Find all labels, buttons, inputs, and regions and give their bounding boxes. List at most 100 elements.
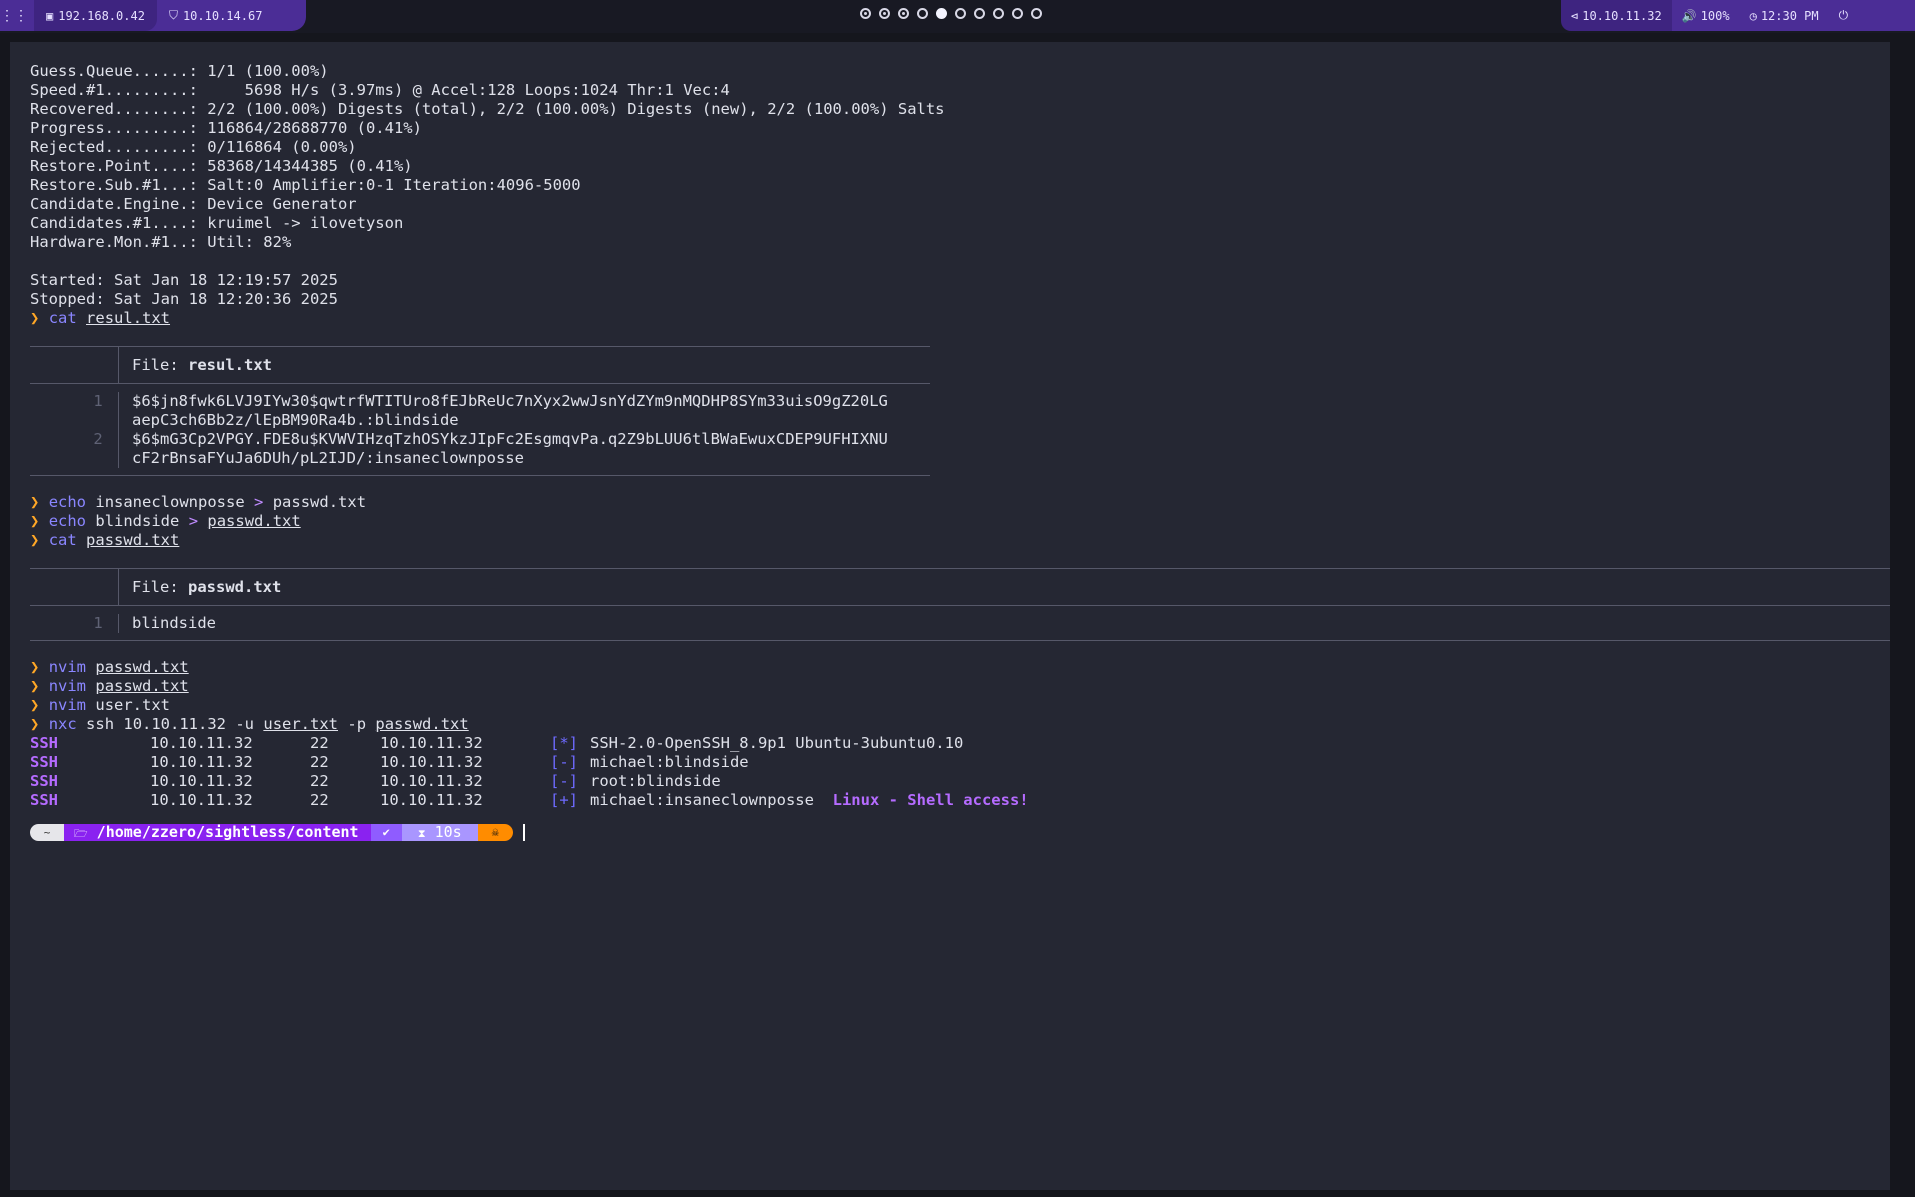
file-name: resul.txt xyxy=(188,356,273,374)
command-line: ❯ nvim passwd.txt xyxy=(30,658,1870,677)
command: nxc xyxy=(48,715,77,733)
skull-icon: ☠ xyxy=(477,824,513,841)
command: nvim xyxy=(48,677,87,695)
nxc-proto: SSH xyxy=(30,772,58,790)
file-name: passwd.txt xyxy=(188,578,282,596)
workspace-4[interactable] xyxy=(917,8,928,19)
nxc-host: 10.10.11.32 xyxy=(150,753,253,771)
started-line: Started: Sat Jan 18 12:19:57 2025 xyxy=(30,271,338,289)
echo-text: blindside xyxy=(95,512,180,530)
command: cat xyxy=(48,531,77,549)
file-arg: passwd.txt xyxy=(272,493,367,511)
nxc-name: 10.10.11.32 xyxy=(380,753,483,771)
stat-line: Guess.Queue......: 1/1 (100.00%) xyxy=(30,62,329,80)
stat-line: Recovered........: 2/2 (100.00%) Digests… xyxy=(30,100,945,118)
command-line: ❯ echo insaneclownposse > passwd.txt xyxy=(30,493,1870,512)
stat-line: Restore.Sub.#1...: Salt:0 Amplifier:0-1 … xyxy=(30,176,581,194)
local-ip-text: 192.168.0.42 xyxy=(58,8,145,23)
command-line: ❯ nvim passwd.txt xyxy=(30,677,1870,696)
nxc-row: SSH 10.10.11.32 22 10.10.11.32 [+] michael:in… xyxy=(30,791,1870,810)
workspace-9[interactable] xyxy=(1012,8,1023,19)
workspace-7[interactable] xyxy=(974,8,985,19)
hourglass-icon: ⧗ xyxy=(417,827,426,840)
nxc-msg: SSH-2.0-OpenSSH_8.9p1 Ubuntu-3ubuntu0.10 xyxy=(590,734,964,752)
file-arg: passwd.txt xyxy=(86,531,180,549)
home-icon: ~ xyxy=(30,824,64,841)
file-label: File: xyxy=(132,578,179,596)
command-line: ❯ echo blindside > passwd.txt xyxy=(30,512,1870,531)
target-ip-module[interactable]: ⊲ 10.10.11.32 xyxy=(1561,0,1672,31)
nxc-row: SSH 10.10.11.32 22 10.10.11.32 [-] michael:bl… xyxy=(30,753,1870,772)
nxc-port: 22 xyxy=(310,791,329,809)
stat-line: Candidate.Engine.: Device Generator xyxy=(30,195,357,213)
path-prefix: /home/zzero/sightless/ xyxy=(96,823,296,841)
file-arg: passwd.txt xyxy=(95,658,189,676)
nxc-tag: [*] xyxy=(550,734,578,752)
clock-text: 12:30 PM xyxy=(1760,8,1819,23)
duration-text: 10s xyxy=(434,823,462,841)
nxc-pwned-text: Linux - Shell access! xyxy=(832,791,1029,809)
target-icon: ⊲ xyxy=(1571,8,1579,23)
file-line: $6$mG3Cp2VPGY.FDE8u$KVWVIHzqTzhOSYkzJIpF… xyxy=(132,430,888,448)
command: nvim xyxy=(48,696,87,714)
workspace-5[interactable] xyxy=(936,8,947,19)
text-cursor[interactable] xyxy=(522,824,525,841)
terminal-window[interactable]: Guess.Queue......: 1/1 (100.00%) Speed.#… xyxy=(10,42,1890,1190)
nxc-host: 10.10.11.32 xyxy=(150,791,253,809)
nxc-proto: SSH xyxy=(30,753,58,771)
top-bar-right-module: ⊲ 10.10.11.32 🔊 100% ◷ 12:30 PM ⏻ xyxy=(1561,0,1915,31)
workspace-indicator xyxy=(860,8,1042,19)
file-arg: passwd.txt xyxy=(95,677,189,695)
prompt-arrow: ❯ xyxy=(30,677,40,695)
file-view-passwd: File: passwd.txt 1 blindside xyxy=(30,568,1890,641)
path-last: content xyxy=(295,823,359,841)
nxc-proto: SSH xyxy=(30,734,58,752)
workspace-1[interactable] xyxy=(860,8,871,19)
command: echo xyxy=(48,493,87,511)
file-view-resul: File: resul.txt 1 $6$jn8fwk6LVJ9IYw30$qwt… xyxy=(30,346,930,476)
nxc-tag: [-] xyxy=(550,753,578,771)
nxc-tag: [-] xyxy=(550,772,578,790)
local-ip-module[interactable]: ▣ 192.168.0.42 xyxy=(34,0,157,31)
top-bar-left-module: ⋮⋮⋮ ▣ 192.168.0.42 ⛉ 10.10.14.67 xyxy=(0,0,306,31)
nxc-name: 10.10.11.32 xyxy=(380,734,483,752)
prompt-arrow: ❯ xyxy=(30,493,40,511)
top-bar: ⋮⋮⋮ ▣ 192.168.0.42 ⛉ 10.10.14.67 ⊲ 10.10… xyxy=(0,0,1915,33)
volume-module[interactable]: 🔊 100% xyxy=(1672,0,1740,31)
prompt-arrow: ❯ xyxy=(30,309,40,327)
command-line: ❯ cat passwd.txt xyxy=(30,531,1870,550)
workspace-2[interactable] xyxy=(879,8,890,19)
grid-icon[interactable]: ⋮⋮⋮ xyxy=(0,8,42,24)
target-ip-text: 10.10.11.32 xyxy=(1582,8,1662,23)
file-line: $6$jn8fwk6LVJ9IYw30$qwtrfWTITUro8fEJbReU… xyxy=(132,392,888,410)
workspace-8[interactable] xyxy=(993,8,1004,19)
prompt-arrow: ❯ xyxy=(30,658,40,676)
file-label: File: xyxy=(132,356,179,374)
vpn-ip-module[interactable]: ⛉ 10.10.14.67 xyxy=(157,0,275,31)
check-icon: ✔ xyxy=(370,824,402,841)
command-args: -p xyxy=(347,715,367,733)
nxc-name: 10.10.11.32 xyxy=(380,772,483,790)
nxc-row: SSH 10.10.11.32 22 10.10.11.32 [*] SSH-2.0-Op… xyxy=(30,734,1870,753)
clock-module[interactable]: ◷ 12:30 PM xyxy=(1740,0,1829,31)
shield-icon: ⛉ xyxy=(168,8,178,22)
nxc-tag: [+] xyxy=(550,791,578,809)
nxc-row: SSH 10.10.11.32 22 10.10.11.32 [-] root:blind… xyxy=(30,772,1870,791)
duration-segment: ⧗ 10s xyxy=(401,823,478,841)
workspace-10[interactable] xyxy=(1031,8,1042,19)
workspace-6[interactable] xyxy=(955,8,966,19)
prompt-arrow: ❯ xyxy=(30,512,40,530)
powerline-prompt: ~ 🗁 /home/zzero/sightless/content ✔ ⧗ 10… xyxy=(30,823,1870,842)
workspace-3[interactable] xyxy=(898,8,909,19)
nxc-msg: michael:blindside xyxy=(590,753,749,771)
command-line: ❯ cat resul.txt xyxy=(30,309,1870,328)
power-icon[interactable]: ⏻ xyxy=(1829,0,1859,31)
nxc-port: 22 xyxy=(310,753,329,771)
stat-line: Rejected.........: 0/116864 (0.00%) xyxy=(30,138,357,156)
file-line: blindside xyxy=(132,614,216,632)
line-number: 1 xyxy=(93,392,103,410)
nxc-name: 10.10.11.32 xyxy=(380,791,483,809)
current-path: 🗁 /home/zzero/sightless/content xyxy=(64,824,371,841)
file-line: cF2rBnsaFYuJa6DUh/pL2IJD/:insaneclownpos… xyxy=(132,449,524,467)
file-arg: user.txt xyxy=(263,715,339,733)
